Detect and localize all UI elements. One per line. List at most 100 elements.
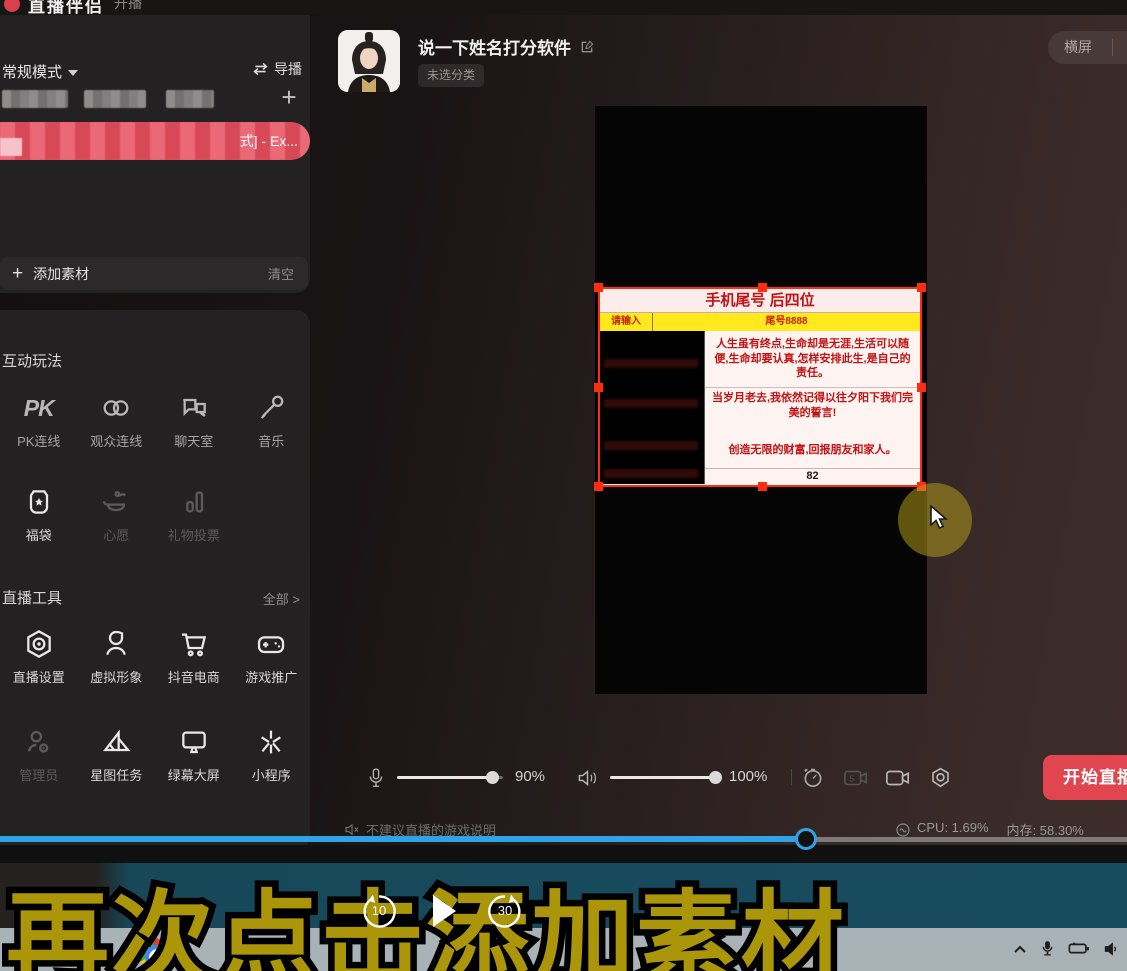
- table-paragraph: 创造无限的财富,回报朋友和家人。: [705, 435, 920, 468]
- streamer-avatar[interactable]: [338, 30, 400, 92]
- tool-label: 小程序: [252, 765, 291, 784]
- topbar-menu-item[interactable]: 开播: [114, 0, 142, 13]
- scene-tab-redacted[interactable]: [84, 90, 146, 108]
- tool-label: 聊天室: [174, 431, 213, 450]
- mic-slider-knob[interactable]: [486, 771, 499, 784]
- svg-text:5: 5: [850, 774, 855, 784]
- scene-mosaic-blur: [0, 138, 22, 156]
- tool-label: 直播设置: [13, 667, 65, 686]
- tool-label: 音乐: [258, 431, 284, 450]
- gear-icon[interactable]: [929, 766, 952, 789]
- record-clip-icon[interactable]: 5: [843, 768, 869, 788]
- tool-live-settings[interactable]: 直播设置: [0, 628, 78, 686]
- notice-speaker-icon: [344, 822, 360, 837]
- active-scene-label: 式] - Ex...: [240, 131, 298, 151]
- table-paragraph: 当岁月老去,我依然记得以往夕阳下我们完美的誓言!: [705, 388, 920, 435]
- category-badge[interactable]: 未选分类: [418, 64, 484, 87]
- tool-admin[interactable]: 管理员: [0, 726, 78, 784]
- mic-volume-slider[interactable]: [397, 776, 503, 779]
- video-progress-knob[interactable]: [795, 828, 817, 850]
- rewind-seconds: 10: [360, 903, 398, 918]
- director-button[interactable]: 导播: [252, 59, 302, 79]
- forward-30-button[interactable]: 30: [486, 892, 524, 930]
- bar-chart-icon: [178, 486, 210, 518]
- tool-pk-link[interactable]: PK PK连线: [0, 392, 78, 450]
- speaker-volume-value: 100%: [729, 768, 767, 785]
- mini-program-icon: [255, 726, 287, 758]
- chevron-down-icon: [68, 70, 78, 76]
- tool-wish[interactable]: 心愿: [78, 486, 156, 544]
- tool-douyin-shop[interactable]: 抖音电商: [155, 628, 233, 686]
- play-icon: [429, 893, 459, 929]
- tool-audience-link[interactable]: 观众连线: [78, 392, 156, 450]
- tool-game-promo[interactable]: 游戏推广: [233, 628, 311, 686]
- scenes-panel: 常规模式 导播 + 式] - Ex... + 添加素材 清空: [0, 15, 310, 293]
- microphone-icon: [255, 392, 287, 424]
- forward-seconds: 30: [486, 903, 524, 918]
- app-top-bar: 直播伴侣 开播: [0, 0, 1127, 15]
- all-label: 全部: [263, 592, 289, 607]
- speaker-slider-knob[interactable]: [709, 771, 722, 784]
- rewind-10-button[interactable]: 10: [360, 892, 398, 930]
- room-title-text: 说一下姓名打分软件: [418, 34, 571, 59]
- mic-volume-value: 90%: [515, 768, 545, 785]
- selected-material[interactable]: 手机尾号 后四位 请输入 尾号8888 人生虽有终点,生命却是无涯,生活可以随便…: [598, 287, 922, 487]
- tool-music[interactable]: 音乐: [233, 392, 311, 450]
- orientation-toggle[interactable]: 横屏: [1048, 31, 1127, 64]
- add-material-bar[interactable]: + 添加素材 清空: [0, 257, 308, 290]
- speaker-volume-icon[interactable]: [577, 768, 598, 788]
- speaker-volume-slider[interactable]: [610, 776, 716, 779]
- tool-label: PK连线: [17, 431, 60, 450]
- avatar-person-icon: [100, 628, 132, 660]
- table-paragraph: 人生虽有终点,生命却是无涯,生活可以随便,生命却要认真,怎样安排此生,是自己的责…: [705, 331, 920, 388]
- camera-icon[interactable]: [885, 768, 911, 788]
- tool-label: 虚拟形象: [90, 667, 142, 686]
- tutorial-subtitle: 再次点击添加素材: [6, 856, 1127, 971]
- tool-star-task[interactable]: 星图任务: [78, 726, 156, 784]
- selection-handle[interactable]: [594, 383, 603, 392]
- selection-handle[interactable]: [594, 482, 603, 491]
- video-progress-fill[interactable]: [0, 836, 797, 842]
- tool-label: 抖音电商: [168, 667, 220, 686]
- tool-label: 游戏推广: [245, 667, 297, 686]
- plus-icon: +: [12, 263, 23, 285]
- mode-selector[interactable]: 常规模式: [2, 61, 78, 82]
- selection-handle[interactable]: [917, 383, 926, 392]
- avatar-portrait: [338, 30, 400, 92]
- timer-icon[interactable]: [801, 766, 824, 789]
- mic-volume-icon[interactable]: [367, 767, 385, 789]
- tool-gift-vote[interactable]: 礼物投票: [155, 486, 233, 544]
- selection-handle[interactable]: [758, 482, 767, 491]
- scene-tab-redacted[interactable]: [2, 90, 68, 108]
- tool-label: 福袋: [26, 525, 52, 544]
- tool-mini-program[interactable]: 小程序: [233, 726, 311, 784]
- redacted-column: [600, 331, 705, 484]
- selection-handle[interactable]: [594, 283, 603, 292]
- monitor-icon: [178, 726, 210, 758]
- app-logo-text: 直播伴侣: [28, 0, 104, 15]
- start-live-button[interactable]: 开始直播: [1043, 755, 1127, 800]
- tool-label: 星图任务: [90, 765, 142, 784]
- add-scene-button[interactable]: +: [276, 85, 302, 111]
- live-settings-icon: [23, 628, 55, 660]
- edit-icon[interactable]: [579, 39, 595, 55]
- stream-preview-canvas[interactable]: 手机尾号 后四位 请输入 尾号8888 人生虽有终点,生命却是无涯,生活可以随便…: [595, 106, 927, 694]
- play-button[interactable]: [429, 893, 459, 934]
- clear-button[interactable]: 清空: [268, 264, 294, 283]
- room-title: 说一下姓名打分软件: [418, 34, 595, 59]
- tools-all-link[interactable]: 全部 >: [263, 589, 300, 608]
- tool-virtual-avatar[interactable]: 虚拟形象: [78, 628, 156, 686]
- lucky-bag-icon: [23, 486, 55, 518]
- landscape-option[interactable]: 横屏: [1064, 39, 1092, 55]
- scene-tab-redacted[interactable]: [166, 90, 214, 108]
- tools-section-title: 直播工具: [2, 587, 62, 608]
- tool-chat-room[interactable]: 聊天室: [155, 392, 233, 450]
- selection-handle[interactable]: [758, 283, 767, 292]
- tool-lucky-bag[interactable]: 福袋: [0, 486, 78, 544]
- selection-handle[interactable]: [917, 283, 926, 292]
- active-scene-item[interactable]: 式] - Ex...: [0, 122, 310, 160]
- mode-label: 常规模式: [2, 64, 62, 81]
- linked-rings-icon: [100, 392, 132, 424]
- tool-green-screen[interactable]: 绿幕大屏: [155, 726, 233, 784]
- tool-label: 观众连线: [90, 431, 142, 450]
